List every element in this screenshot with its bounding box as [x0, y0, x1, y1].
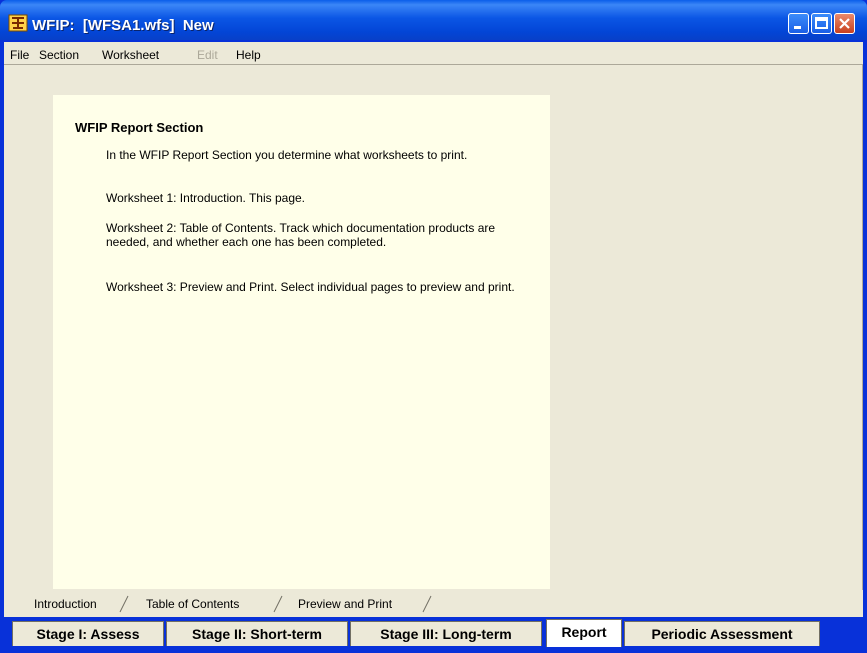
app-window: WFIP: [WFSA1.wfs] New File Section Works…	[0, 0, 867, 653]
frame-divider	[862, 64, 863, 616]
tab-preview-and-print[interactable]: Preview and Print	[298, 597, 392, 611]
tab-stage-2-short-term[interactable]: Stage II: Short-term	[166, 621, 348, 646]
tab-stage-1-assess[interactable]: Stage I: Assess	[12, 621, 164, 646]
worksheet-1-description: Worksheet 1: Introduction. This page.	[106, 191, 306, 205]
tab-periodic-assessment[interactable]: Periodic Assessment	[624, 621, 820, 646]
intro-paragraph: In the WFIP Report Section you determine…	[106, 148, 468, 162]
wfip-app-icon	[8, 14, 28, 32]
section-heading: WFIP Report Section	[75, 120, 204, 135]
window-title: WFIP: [WFSA1.wfs] New	[32, 17, 214, 34]
menu-edit: Edit	[197, 48, 218, 62]
report-info-panel: WFIP Report Section In the WFIP Report S…	[53, 95, 550, 589]
close-icon	[839, 18, 850, 29]
close-button[interactable]	[834, 13, 855, 34]
menu-bar: File Section Worksheet Edit Help	[4, 42, 863, 65]
title-bar[interactable]: WFIP: [WFSA1.wfs] New	[0, 0, 867, 40]
menu-worksheet[interactable]: Worksheet	[102, 48, 159, 62]
tab-separator	[119, 595, 129, 613]
maximize-button[interactable]	[811, 13, 832, 34]
tab-table-of-contents[interactable]: Table of Contents	[146, 597, 239, 611]
tab-separator	[422, 595, 432, 613]
tab-stage-3-long-term[interactable]: Stage III: Long-term	[350, 621, 542, 646]
menu-file[interactable]: File	[10, 48, 29, 62]
menu-section[interactable]: Section	[39, 48, 79, 62]
worksheet-2-description: Worksheet 2: Table of Contents. Track wh…	[106, 221, 496, 249]
stage-tab-bar: Stage I: Assess Stage II: Short-term Sta…	[4, 617, 863, 650]
worksheet-tab-strip: Introduction Table of Contents Preview a…	[4, 590, 863, 617]
menu-help[interactable]: Help	[236, 48, 261, 62]
tab-introduction[interactable]: Introduction	[34, 597, 97, 611]
minimize-icon	[794, 26, 801, 29]
tab-separator	[273, 595, 283, 613]
worksheet-3-description: Worksheet 3: Preview and Print. Select i…	[106, 280, 515, 294]
maximize-icon	[815, 17, 828, 29]
tab-report[interactable]: Report	[546, 619, 622, 647]
minimize-button[interactable]	[788, 13, 809, 34]
